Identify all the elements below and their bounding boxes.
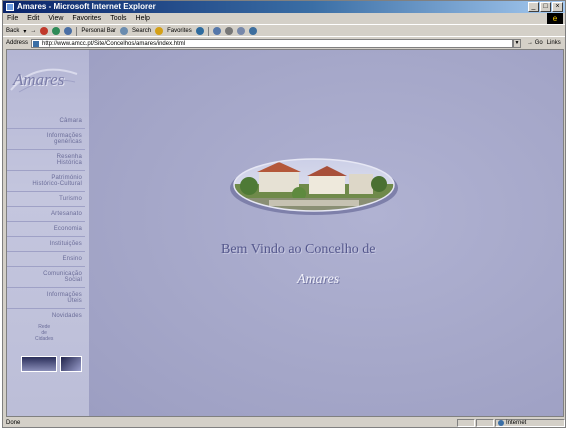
forward-icon[interactable]: →	[30, 28, 36, 34]
nav-patrimonio[interactable]: Património Histórico-Cultural	[7, 171, 85, 192]
favorites-icon	[155, 27, 164, 35]
menu-view[interactable]: View	[48, 15, 63, 22]
status-zone-label: Internet	[506, 420, 527, 426]
window-title: Amares - Microsoft Internet Explorer	[17, 2, 156, 11]
menu-file[interactable]: File	[7, 15, 18, 22]
menu-favorites[interactable]: Favorites	[72, 15, 101, 22]
search-icon	[120, 27, 129, 35]
toolbar-separator-2	[207, 26, 209, 36]
nav-informacoes-uteis[interactable]: Informações Úteis	[7, 288, 85, 309]
refresh-icon[interactable]	[52, 27, 61, 35]
welcome-heading: Bem Vindo ao Concelho de	[221, 242, 376, 257]
back-dropdown-icon[interactable]: ▾	[23, 28, 26, 35]
status-zone: Internet	[495, 419, 565, 427]
personal-bar-button[interactable]: Personal Bar	[81, 28, 116, 34]
site-logo[interactable]: Amares	[13, 70, 64, 90]
welcome-town-name: Amares	[297, 272, 340, 287]
search-button[interactable]: Search	[132, 28, 151, 34]
title-bar[interactable]: Amares - Microsoft Internet Explorer _ □…	[3, 1, 565, 13]
close-button[interactable]: ×	[552, 2, 563, 12]
nav-resenha-historica[interactable]: Resenha Histórica	[7, 150, 85, 171]
stop-icon[interactable]	[40, 27, 49, 35]
back-button[interactable]: Back	[6, 28, 19, 34]
links-button[interactable]: Links	[547, 40, 561, 46]
home-icon[interactable]	[64, 27, 73, 35]
nav-novidades[interactable]: Novidades	[7, 309, 85, 323]
toolbar-separator	[76, 26, 78, 36]
address-url: http://www.amcc.pt/Site/Concelhos/amares…	[42, 40, 186, 47]
menu-tools[interactable]: Tools	[110, 15, 126, 22]
go-button[interactable]: → Go	[527, 40, 543, 46]
discuss-icon[interactable]	[248, 27, 257, 35]
status-cell-1	[457, 419, 475, 427]
status-cell-2	[476, 419, 494, 427]
page-content: Amares Câmara Informações genéricas Rese…	[6, 49, 564, 417]
go-label: Go	[534, 40, 543, 46]
sidebar-badges	[21, 356, 82, 372]
nav-economia[interactable]: Economia	[7, 222, 85, 237]
rede-cidades-link[interactable]: Rede de Cidades	[35, 324, 53, 342]
site-sidebar: Amares Câmara Informações genéricas Rese…	[7, 50, 90, 416]
nav-informacoes-genericas[interactable]: Informações genéricas	[7, 129, 85, 150]
eu-flag-badge[interactable]	[60, 356, 82, 372]
address-dropdown-icon[interactable]: ▼	[513, 38, 522, 48]
nav-turismo[interactable]: Turismo	[7, 192, 85, 207]
edit-icon[interactable]	[236, 27, 245, 35]
nav-artesanato[interactable]: Artesanato	[7, 207, 85, 222]
nav-camara[interactable]: Câmara	[7, 114, 85, 129]
menu-bar: File Edit View Favorites Tools Help	[3, 13, 565, 24]
globe-icon	[498, 420, 504, 426]
nav-ensino[interactable]: Ensino	[7, 252, 85, 267]
nav-comunicacao-social[interactable]: Comunicação Social	[7, 267, 85, 288]
menu-help[interactable]: Help	[136, 15, 150, 22]
status-bar: Done Internet	[3, 418, 565, 428]
nav-instituicoes[interactable]: Instituições	[7, 237, 85, 252]
mail-icon[interactable]	[212, 27, 221, 35]
main-area: Bem Vindo ao Concelho de Amares	[89, 50, 563, 416]
minimize-button[interactable]: _	[528, 2, 539, 12]
menu-edit[interactable]: Edit	[27, 15, 39, 22]
history-icon[interactable]	[195, 27, 204, 35]
town-photo	[230, 158, 398, 215]
partner-logo-badge[interactable]	[21, 356, 57, 372]
address-label: Address	[6, 40, 29, 46]
window-controls: _ □ ×	[528, 2, 563, 12]
page-icon	[33, 40, 40, 47]
address-input[interactable]: http://www.amcc.pt/Site/Concelhos/amares…	[31, 38, 514, 48]
favorites-button[interactable]: Favorites	[167, 28, 192, 34]
print-icon[interactable]	[224, 27, 233, 35]
ie-app-icon	[6, 3, 14, 11]
status-text: Done	[6, 420, 21, 426]
maximize-button[interactable]: □	[540, 2, 551, 12]
browser-window: Amares - Microsoft Internet Explorer _ □…	[2, 0, 566, 428]
site-nav: Câmara Informações genéricas Resenha His…	[7, 114, 85, 323]
address-bar: Address http://www.amcc.pt/Site/Concelho…	[3, 36, 565, 49]
